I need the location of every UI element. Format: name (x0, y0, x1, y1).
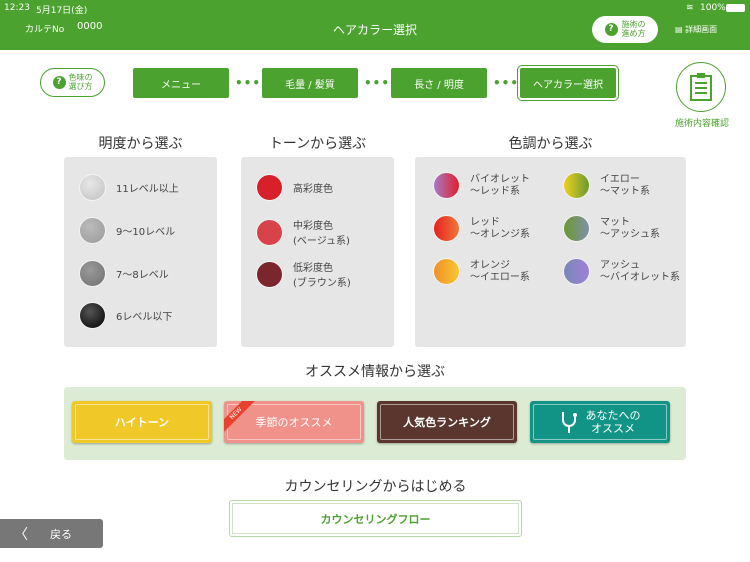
option-sublabel: 〜イエロー系 (470, 271, 530, 283)
hue-option[interactable]: イエロー 〜マット系 (563, 172, 650, 199)
step-menu[interactable]: メニュー (133, 68, 229, 98)
option-label: 高彩度色 (293, 184, 333, 195)
confirm-label: 施術内容確認 (674, 119, 729, 129)
option-sublabel: 〜アッシュ系 (600, 228, 660, 240)
option-label: レッド (470, 216, 500, 228)
button-label: カウンセリングフロー (232, 503, 519, 534)
back-button[interactable]: 〈 戻る (0, 519, 103, 548)
step-separator: ••• (235, 76, 262, 90)
battery-level: 100% (700, 3, 726, 13)
chevron-left-icon: 〈 (14, 526, 28, 543)
seasonal-button[interactable]: NEW 季節のオススメ (224, 401, 364, 443)
tone-panel: 高彩度色 中彩度色 (ベージュ系) 低彩度色 (ブラウン系) (241, 157, 394, 347)
status-date: 5月17日(金) (36, 6, 88, 16)
color-swatch (563, 172, 590, 199)
tone-heading: トーンから選ぶ (268, 136, 367, 152)
brightness-option[interactable]: 9〜10レベル (79, 217, 175, 244)
step-volume[interactable]: 毛量 / 髪質 (262, 68, 358, 98)
recommend-heading: オススメ情報から選ぶ (305, 364, 445, 380)
detail-label: 詳細画面 (685, 25, 718, 34)
hue-option[interactable]: オレンジ 〜イエロー系 (433, 258, 530, 285)
tone-option[interactable]: 低彩度色 (ブラウン系) (256, 259, 351, 289)
color-swatch (79, 260, 106, 287)
option-label: 6レベル以下 (116, 312, 173, 323)
brightness-panel: 11レベル以上 9〜10レベル 7〜8レベル 6レベル以下 (64, 157, 217, 347)
step-separator: ••• (364, 76, 391, 90)
option-label: 低彩度色 (293, 263, 333, 274)
guide-line1: 色味の (68, 72, 93, 82)
option-label: マット (600, 216, 630, 228)
option-sublabel: 〜マット系 (600, 185, 650, 197)
status-time: 12:23 (4, 3, 30, 13)
color-swatch (256, 218, 283, 246)
step-hair-color[interactable]: ヘアカラー選択 (517, 65, 619, 101)
option-sublabel: 〜オレンジ系 (470, 228, 530, 240)
color-swatch (79, 174, 106, 201)
option-label: 7〜8レベル (116, 270, 169, 281)
tone-option[interactable]: 高彩度色 (256, 174, 333, 201)
confirm-button[interactable] (676, 62, 726, 112)
brightness-option[interactable]: 6レベル以下 (79, 302, 172, 329)
counseling-flow-button[interactable]: カウンセリングフロー (229, 500, 522, 537)
option-sublabel: (ブラウン系) (293, 278, 351, 289)
option-sublabel: (ベージュ系) (293, 236, 350, 247)
step-separator: ••• (493, 76, 520, 90)
color-swatch (563, 258, 590, 285)
battery-icon (726, 4, 745, 12)
brightness-option[interactable]: 7〜8レベル (79, 260, 169, 287)
guide-line2: 選び方 (68, 81, 93, 91)
document-icon: ▤ (675, 25, 686, 34)
option-label: アッシュ (600, 259, 640, 271)
tone-option[interactable]: 中彩度色 (ベージュ系) (256, 217, 350, 247)
procedure-help-button[interactable]: ? 施術の 進め方 (592, 16, 658, 43)
help-line1: 施術の (621, 19, 646, 29)
question-icon: ? (604, 23, 618, 36)
hue-option[interactable]: マット 〜アッシュ系 (563, 215, 660, 242)
option-label: 9〜10レベル (116, 227, 176, 238)
detail-button[interactable]: ▤ 詳細画面 (675, 24, 717, 35)
clipboard-icon (690, 73, 712, 101)
wifi-icon: ≋ (686, 3, 694, 13)
color-swatch (256, 174, 283, 201)
color-swatch (563, 215, 590, 242)
hue-option[interactable]: バイオレット 〜レッド系 (433, 172, 530, 199)
hue-option[interactable]: アッシュ 〜バイオレット系 (563, 258, 680, 285)
color-swatch (433, 172, 460, 199)
header-bar: 12:23 5月17日(金) ≋ 100% カルテNo 0000 ヘアカラー選択… (0, 0, 750, 50)
color-swatch (79, 302, 106, 329)
brightness-heading: 明度から選ぶ (98, 136, 183, 152)
option-label: バイオレット (470, 173, 530, 185)
option-label: 中彩度色 (293, 221, 333, 232)
hue-option[interactable]: レッド 〜オレンジ系 (433, 215, 530, 242)
color-guide-button[interactable]: ? 色味の 選び方 (40, 68, 105, 97)
step-length[interactable]: 長さ / 明度 (391, 68, 487, 98)
for-you-button[interactable]: あなたへの オススメ (530, 401, 670, 443)
brightness-option[interactable]: 11レベル以上 (79, 174, 179, 201)
help-line2: 進め方 (621, 28, 646, 38)
option-sublabel: 〜バイオレット系 (600, 271, 680, 283)
color-swatch (79, 217, 106, 244)
option-label: オレンジ (470, 259, 510, 271)
color-swatch (433, 258, 460, 285)
option-label: 11レベル以上 (116, 184, 179, 195)
color-swatch (256, 260, 283, 288)
counseling-heading: カウンセリングからはじめる (284, 479, 467, 495)
ranking-button[interactable]: 人気色ランキング (377, 401, 517, 443)
hue-heading: 色調から選ぶ (508, 136, 593, 152)
high-tone-button[interactable]: ハイトーン (72, 401, 212, 443)
option-label: イエロー (600, 173, 640, 185)
question-icon: ? (52, 76, 66, 89)
back-label: 戻る (50, 527, 72, 541)
color-swatch (433, 215, 460, 242)
hue-panel: バイオレット 〜レッド系 イエロー 〜マット系レッド 〜オレンジ系 マット 〜アッシュ系オレ… (415, 157, 686, 347)
option-sublabel: 〜レッド系 (470, 185, 520, 197)
